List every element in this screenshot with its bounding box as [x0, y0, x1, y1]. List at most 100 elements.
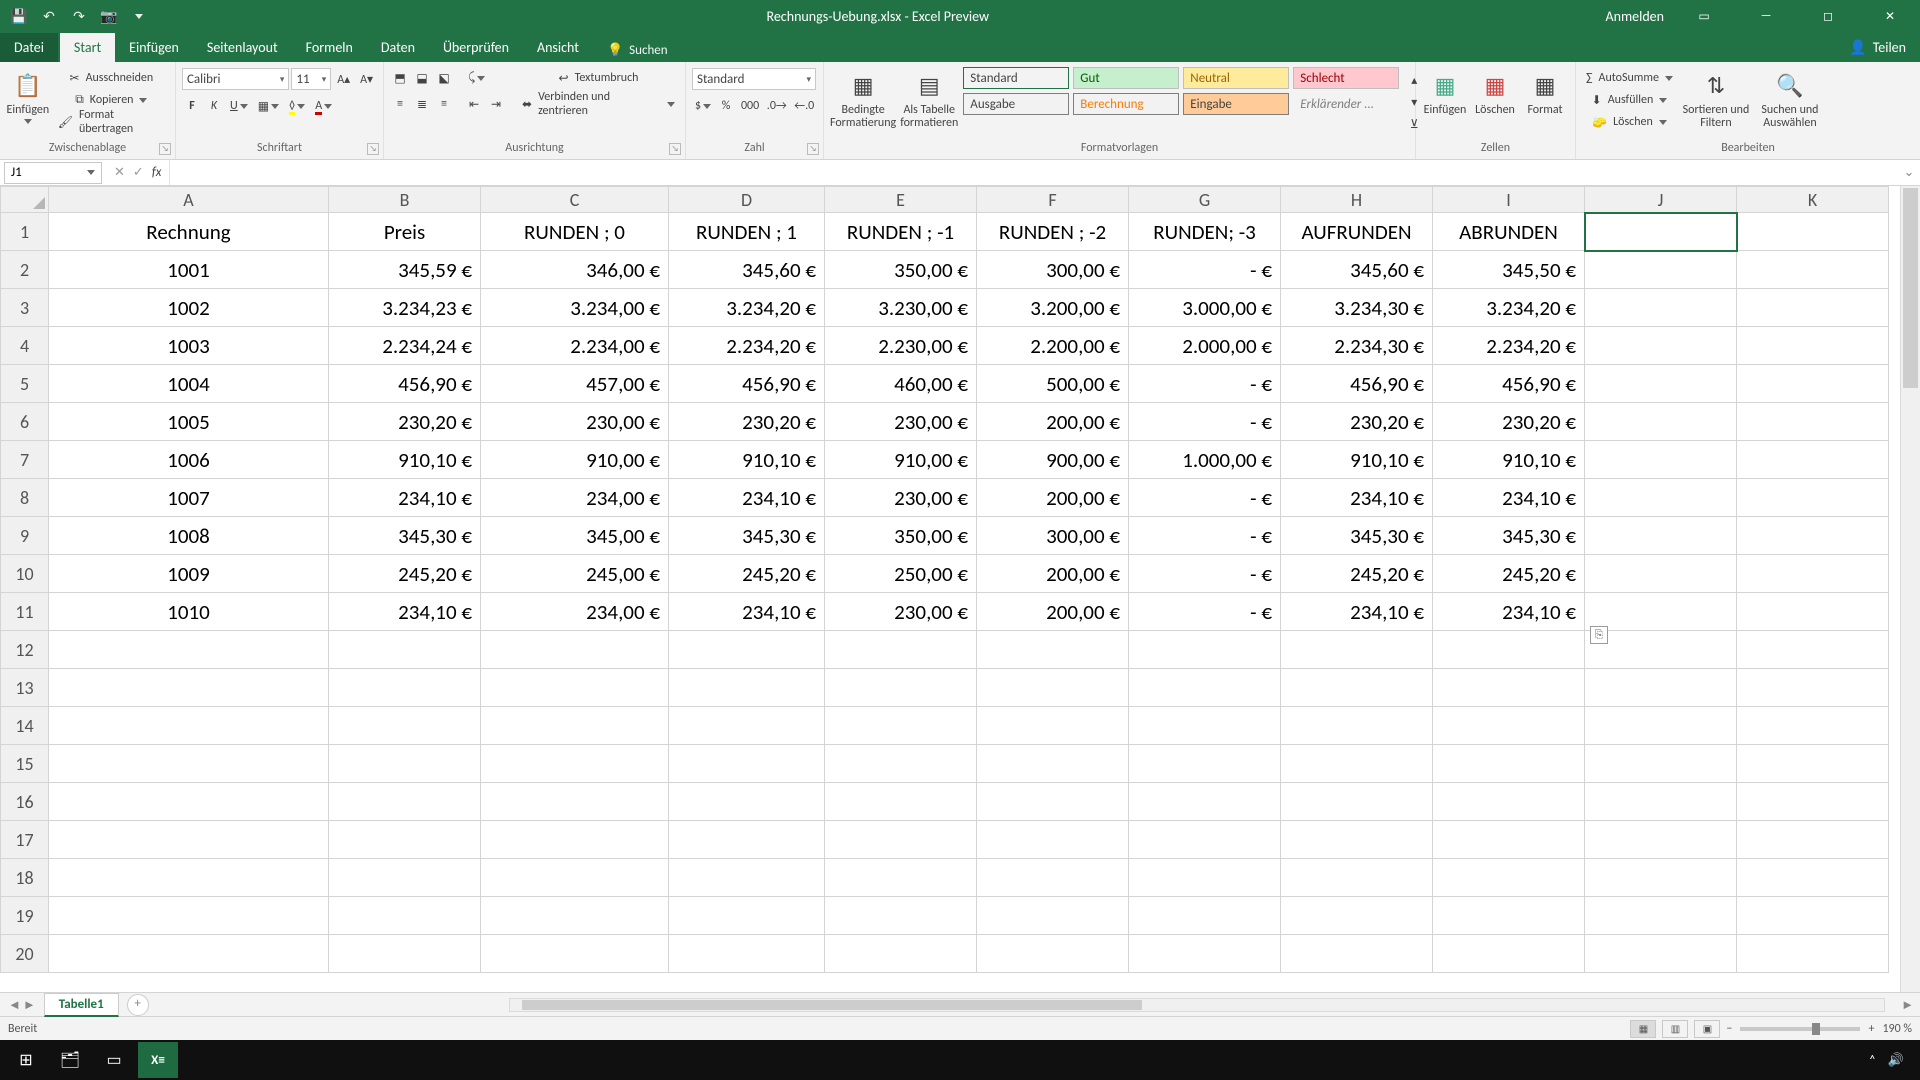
- copy-button[interactable]: ⧉ Kopieren: [54, 90, 169, 110]
- cell[interactable]: [481, 935, 669, 973]
- tab-file[interactable]: Datei: [0, 33, 58, 62]
- style-neutral[interactable]: Neutral: [1183, 67, 1289, 89]
- cell[interactable]: [669, 669, 825, 707]
- cell[interactable]: [329, 897, 481, 935]
- row-header[interactable]: 2: [1, 251, 49, 289]
- row-header[interactable]: 20: [1, 935, 49, 973]
- sheet-nav-prev-icon[interactable]: ◄: [8, 997, 21, 1013]
- fx-icon[interactable]: fx: [152, 165, 162, 180]
- cell[interactable]: [1129, 783, 1281, 821]
- cell[interactable]: [1737, 783, 1889, 821]
- cell[interactable]: 230,20 €: [1281, 403, 1433, 441]
- row-header[interactable]: 15: [1, 745, 49, 783]
- cell[interactable]: [49, 783, 329, 821]
- align-bottom-icon[interactable]: ⬕: [434, 68, 454, 88]
- column-header[interactable]: C: [481, 187, 669, 213]
- cell[interactable]: 1005: [49, 403, 329, 441]
- cell[interactable]: [1737, 403, 1889, 441]
- cell[interactable]: [1737, 593, 1889, 631]
- cell[interactable]: 234,10 €: [1281, 593, 1433, 631]
- cell[interactable]: 910,10 €: [1433, 441, 1585, 479]
- cell[interactable]: [329, 783, 481, 821]
- cell[interactable]: 230,20 €: [1433, 403, 1585, 441]
- number-format-combo[interactable]: Standard▾: [692, 68, 816, 90]
- bold-icon[interactable]: F: [182, 96, 202, 116]
- row-header[interactable]: 7: [1, 441, 49, 479]
- cell[interactable]: 345,30 €: [329, 517, 481, 555]
- cell[interactable]: 1001: [49, 251, 329, 289]
- minimize-icon[interactable]: —: [1744, 0, 1788, 32]
- row-header[interactable]: 16: [1, 783, 49, 821]
- page-layout-view-icon[interactable]: ▥: [1662, 1020, 1688, 1038]
- add-sheet-icon[interactable]: +: [127, 994, 149, 1016]
- align-left-icon[interactable]: ≡: [390, 94, 410, 114]
- cell[interactable]: 456,90 €: [329, 365, 481, 403]
- normal-view-icon[interactable]: ▦: [1630, 1020, 1656, 1038]
- wrap-text-button[interactable]: ↩ Textumbruch: [518, 68, 679, 88]
- font-size-combo[interactable]: 11▾: [291, 68, 331, 90]
- format-cells-button[interactable]: ▦Format: [1522, 66, 1568, 117]
- column-header[interactable]: F: [977, 187, 1129, 213]
- cell[interactable]: 910,10 €: [329, 441, 481, 479]
- cell[interactable]: [825, 859, 977, 897]
- cell[interactable]: [1129, 821, 1281, 859]
- cell[interactable]: [49, 897, 329, 935]
- cell[interactable]: [481, 631, 669, 669]
- cell[interactable]: [1585, 593, 1737, 631]
- cell[interactable]: 234,10 €: [1281, 479, 1433, 517]
- file-explorer-icon[interactable]: 🗂: [50, 1042, 90, 1078]
- vertical-scrollbar[interactable]: [1900, 186, 1920, 992]
- align-middle-icon[interactable]: ⬓: [412, 68, 432, 88]
- cell[interactable]: 345,60 €: [669, 251, 825, 289]
- cell[interactable]: [49, 669, 329, 707]
- row-header[interactable]: 3: [1, 289, 49, 327]
- cell[interactable]: 3.234,20 €: [1433, 289, 1585, 327]
- row-header[interactable]: 6: [1, 403, 49, 441]
- cell[interactable]: [825, 935, 977, 973]
- cell[interactable]: [1281, 859, 1433, 897]
- signin-link[interactable]: Anmelden: [1606, 8, 1665, 25]
- row-header[interactable]: 12: [1, 631, 49, 669]
- cell[interactable]: [1129, 897, 1281, 935]
- tab-view[interactable]: Ansicht: [523, 33, 593, 62]
- cell[interactable]: 3.234,30 €: [1281, 289, 1433, 327]
- cell[interactable]: [977, 859, 1129, 897]
- row-header[interactable]: 8: [1, 479, 49, 517]
- cell[interactable]: [329, 935, 481, 973]
- column-header[interactable]: B: [329, 187, 481, 213]
- cell[interactable]: 250,00 €: [825, 555, 977, 593]
- cell[interactable]: 1004: [49, 365, 329, 403]
- cell[interactable]: [1585, 289, 1737, 327]
- cell[interactable]: [1737, 251, 1889, 289]
- cell[interactable]: 456,90 €: [669, 365, 825, 403]
- cell[interactable]: [481, 821, 669, 859]
- cell[interactable]: [1281, 897, 1433, 935]
- undo-icon[interactable]: ↶: [40, 7, 58, 25]
- cell[interactable]: - €: [1129, 365, 1281, 403]
- cell[interactable]: 2.234,30 €: [1281, 327, 1433, 365]
- align-launcher-icon[interactable]: ↘: [669, 143, 681, 155]
- style-ausgabe[interactable]: Ausgabe: [963, 93, 1069, 115]
- tab-review[interactable]: Überprüfen: [429, 33, 523, 62]
- cell[interactable]: [1281, 631, 1433, 669]
- number-launcher-icon[interactable]: ↘: [807, 143, 819, 155]
- cell[interactable]: 2.200,00 €: [977, 327, 1129, 365]
- cell[interactable]: 1010: [49, 593, 329, 631]
- cell[interactable]: ABRUNDEN: [1433, 213, 1585, 251]
- cell[interactable]: 2.234,20 €: [669, 327, 825, 365]
- row-header[interactable]: 14: [1, 707, 49, 745]
- cell[interactable]: [825, 897, 977, 935]
- cell[interactable]: [1281, 783, 1433, 821]
- cell[interactable]: 230,00 €: [825, 403, 977, 441]
- cell[interactable]: [49, 745, 329, 783]
- cell[interactable]: [329, 669, 481, 707]
- cell[interactable]: 1.000,00 €: [1129, 441, 1281, 479]
- cell[interactable]: [1281, 669, 1433, 707]
- cell[interactable]: [1433, 745, 1585, 783]
- italic-icon[interactable]: K: [204, 96, 224, 116]
- cell[interactable]: [1585, 441, 1737, 479]
- style-standard[interactable]: Standard: [963, 67, 1069, 89]
- cell[interactable]: 900,00 €: [977, 441, 1129, 479]
- cell[interactable]: 910,00 €: [825, 441, 977, 479]
- cell[interactable]: [1585, 859, 1737, 897]
